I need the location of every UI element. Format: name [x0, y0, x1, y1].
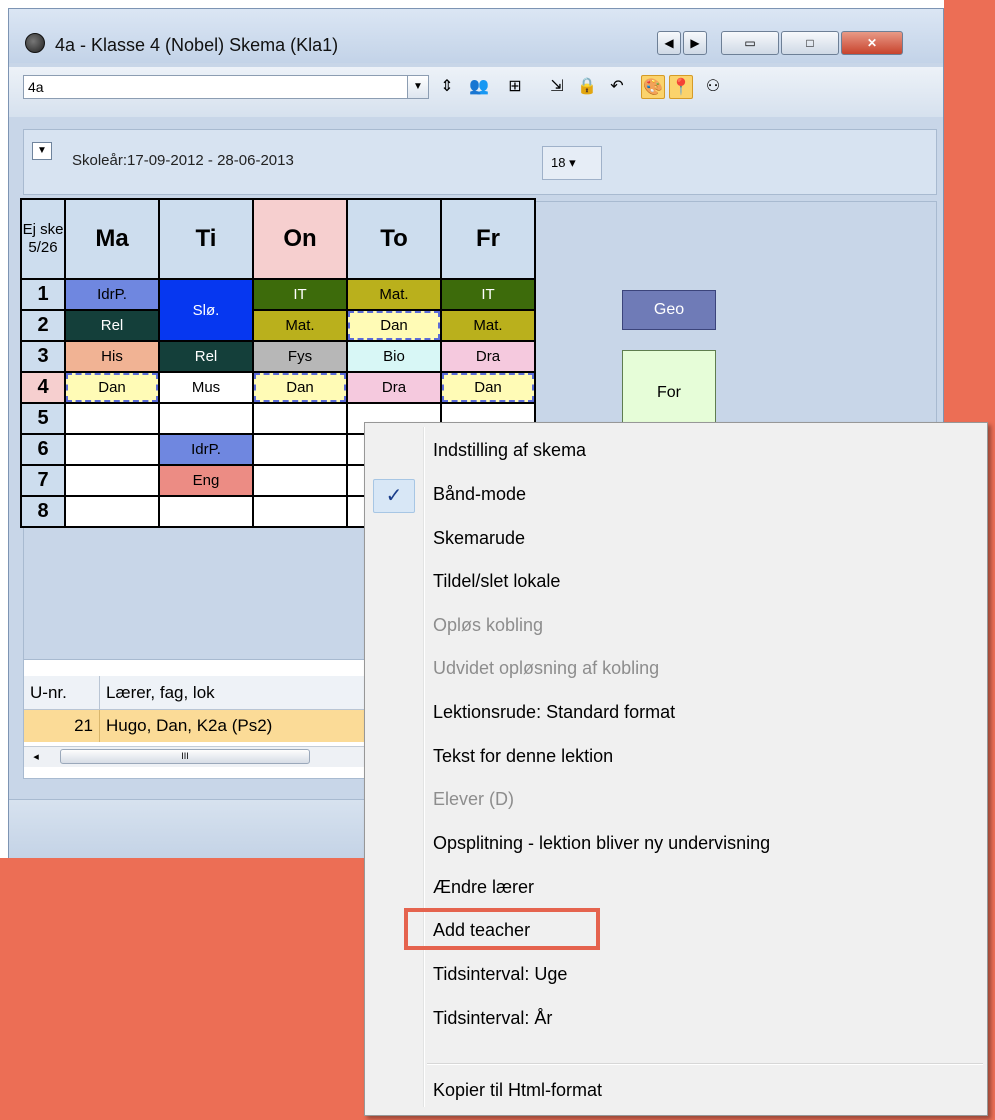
empty-cell[interactable]: [64, 433, 160, 466]
menu-item-udvidet-oplosning[interactable]: Udvidet opløsning af kobling: [433, 653, 659, 683]
lesson-cell[interactable]: Mat.: [346, 278, 442, 311]
lesson-cell[interactable]: IdrP.: [64, 278, 160, 311]
spin-icon[interactable]: ⇕: [435, 75, 459, 99]
context-menu: ✓ Indstilling af skema Bånd-mode Skemaru…: [364, 422, 988, 1116]
period-2: 2: [20, 309, 66, 342]
period-3: 3: [20, 340, 66, 373]
day-header-fr: Fr: [440, 198, 536, 280]
lesson-cell[interactable]: IT: [252, 278, 348, 311]
title-bar: 4a - Klasse 4 (Nobel) Skema (Kla1) ◀ ▶ ▭…: [9, 9, 943, 63]
menu-item-elever[interactable]: Elever (D): [433, 784, 514, 814]
empty-cell[interactable]: [252, 464, 348, 497]
row-unr[interactable]: 21: [24, 710, 100, 742]
column-header-unr[interactable]: U-nr.: [24, 676, 100, 710]
menu-gutter: [423, 427, 425, 1107]
nav-left-button[interactable]: ◀: [657, 31, 681, 55]
lesson-cell[interactable]: Mat.: [440, 309, 536, 342]
menu-item-band-mode[interactable]: Bånd-mode: [433, 479, 526, 509]
lesson-cell[interactable]: Mus: [158, 371, 254, 404]
lesson-cell[interactable]: Mat.: [252, 309, 348, 342]
empty-cell[interactable]: [158, 402, 254, 435]
check-icon: ✓: [373, 479, 415, 513]
clock-app-icon: [25, 33, 45, 53]
class-select[interactable]: 4a: [23, 75, 423, 99]
empty-cell[interactable]: [252, 402, 348, 435]
grid-icon[interactable]: ⊞: [503, 75, 527, 99]
pin-icon[interactable]: 📍: [669, 75, 693, 99]
column-header-teacher[interactable]: Lærer, fag, lok: [100, 676, 384, 710]
close-button[interactable]: ✕: [841, 31, 903, 55]
info-panel: ▼ Skoleår:17-09-2012 - 28-06-2013 18 ▾: [23, 129, 937, 195]
period-1: 1: [20, 278, 66, 311]
nav-right-button[interactable]: ▶: [683, 31, 707, 55]
empty-cell[interactable]: [252, 433, 348, 466]
lesson-cell[interactable]: Dan: [64, 371, 160, 404]
school-year-label: Skoleår:17-09-2012 - 28-06-2013: [72, 152, 294, 169]
users-icon[interactable]: ⚇: [701, 75, 725, 99]
people-icon[interactable]: 👥: [467, 75, 491, 99]
export-icon[interactable]: ⇲: [545, 75, 569, 99]
lesson-cell[interactable]: Eng: [158, 464, 254, 497]
unscheduled-geo[interactable]: Geo: [622, 290, 716, 330]
period-5: 5: [20, 402, 66, 435]
add-teacher-highlight: [404, 908, 600, 950]
menu-item-aendre-laerer[interactable]: Ændre lærer: [433, 872, 534, 902]
lesson-cell[interactable]: Slø.: [158, 278, 254, 342]
scroll-thumb[interactable]: III: [60, 749, 310, 764]
toolbar: 4a ▼ ⇕ 👥 ⊞ ⇲ 🔒 ↶ 🎨 📍 ⚇: [9, 67, 943, 117]
day-header-ti: Ti: [158, 198, 254, 280]
lesson-cell[interactable]: Rel: [64, 309, 160, 342]
lesson-cell[interactable]: Rel: [158, 340, 254, 373]
menu-item-tekst-lektion[interactable]: Tekst for denne lektion: [433, 741, 613, 771]
lock-icon[interactable]: 🔒: [575, 75, 599, 99]
lesson-cell[interactable]: Dra: [440, 340, 536, 373]
lesson-cell[interactable]: His: [64, 340, 160, 373]
empty-cell[interactable]: [64, 464, 160, 497]
empty-cell[interactable]: [64, 402, 160, 435]
lesson-cell[interactable]: Dan: [440, 371, 536, 404]
menu-item-oplos-kobling[interactable]: Opløs kobling: [433, 610, 543, 640]
lesson-cell[interactable]: Dan: [346, 309, 442, 342]
menu-separator: [427, 1063, 983, 1065]
window-title: 4a - Klasse 4 (Nobel) Skema (Kla1): [55, 35, 339, 55]
day-header-to: To: [346, 198, 442, 280]
menu-item-opsplitning[interactable]: Opsplitning - lektion bliver ny undervis…: [433, 828, 770, 858]
empty-cell[interactable]: [158, 495, 254, 528]
palette-icon[interactable]: 🎨: [641, 75, 665, 99]
chevron-down-icon[interactable]: ▼: [32, 142, 52, 160]
calendar-button[interactable]: 18 ▾: [542, 146, 602, 180]
menu-item-tidsinterval-ar[interactable]: Tidsinterval: År: [433, 1003, 552, 1033]
lesson-cell[interactable]: Dan: [252, 371, 348, 404]
empty-cell[interactable]: [64, 495, 160, 528]
lesson-cell[interactable]: Dra: [346, 371, 442, 404]
period-8: 8: [20, 495, 66, 528]
minimize-button[interactable]: ▭: [721, 31, 779, 55]
empty-cell[interactable]: [252, 495, 348, 528]
menu-item-tidsinterval-uge[interactable]: Tidsinterval: Uge: [433, 959, 567, 989]
period-4: 4: [20, 371, 66, 404]
class-select-arrow-icon[interactable]: ▼: [407, 75, 429, 99]
undo-icon[interactable]: ↶: [605, 75, 629, 99]
lesson-cell[interactable]: IdrP.: [158, 433, 254, 466]
scroll-left-icon[interactable]: ◂: [26, 748, 46, 766]
horizontal-scrollbar[interactable]: ◂ III: [24, 746, 384, 767]
menu-item-tildel-lokale[interactable]: Tildel/slet lokale: [433, 566, 560, 596]
lesson-cell[interactable]: IT: [440, 278, 536, 311]
menu-item-indstilling[interactable]: Indstilling af skema: [433, 435, 586, 465]
period-7: 7: [20, 464, 66, 497]
menu-item-lektionsrude[interactable]: Lektionsrude: Standard format: [433, 697, 675, 727]
day-header-on: On: [252, 198, 348, 280]
row-teacher[interactable]: Hugo, Dan, K2a (Ps2): [100, 710, 384, 742]
maximize-button[interactable]: □: [781, 31, 839, 55]
day-header-ma: Ma: [64, 198, 160, 280]
menu-item-skemarude[interactable]: Skemarude: [433, 523, 525, 553]
lesson-cell[interactable]: Fys: [252, 340, 348, 373]
lesson-cell[interactable]: Bio: [346, 340, 442, 373]
unscheduled-count: Ej ske 5/26: [20, 198, 66, 280]
period-6: 6: [20, 433, 66, 466]
menu-item-kopier-html[interactable]: Kopier til Html-format: [433, 1075, 602, 1105]
